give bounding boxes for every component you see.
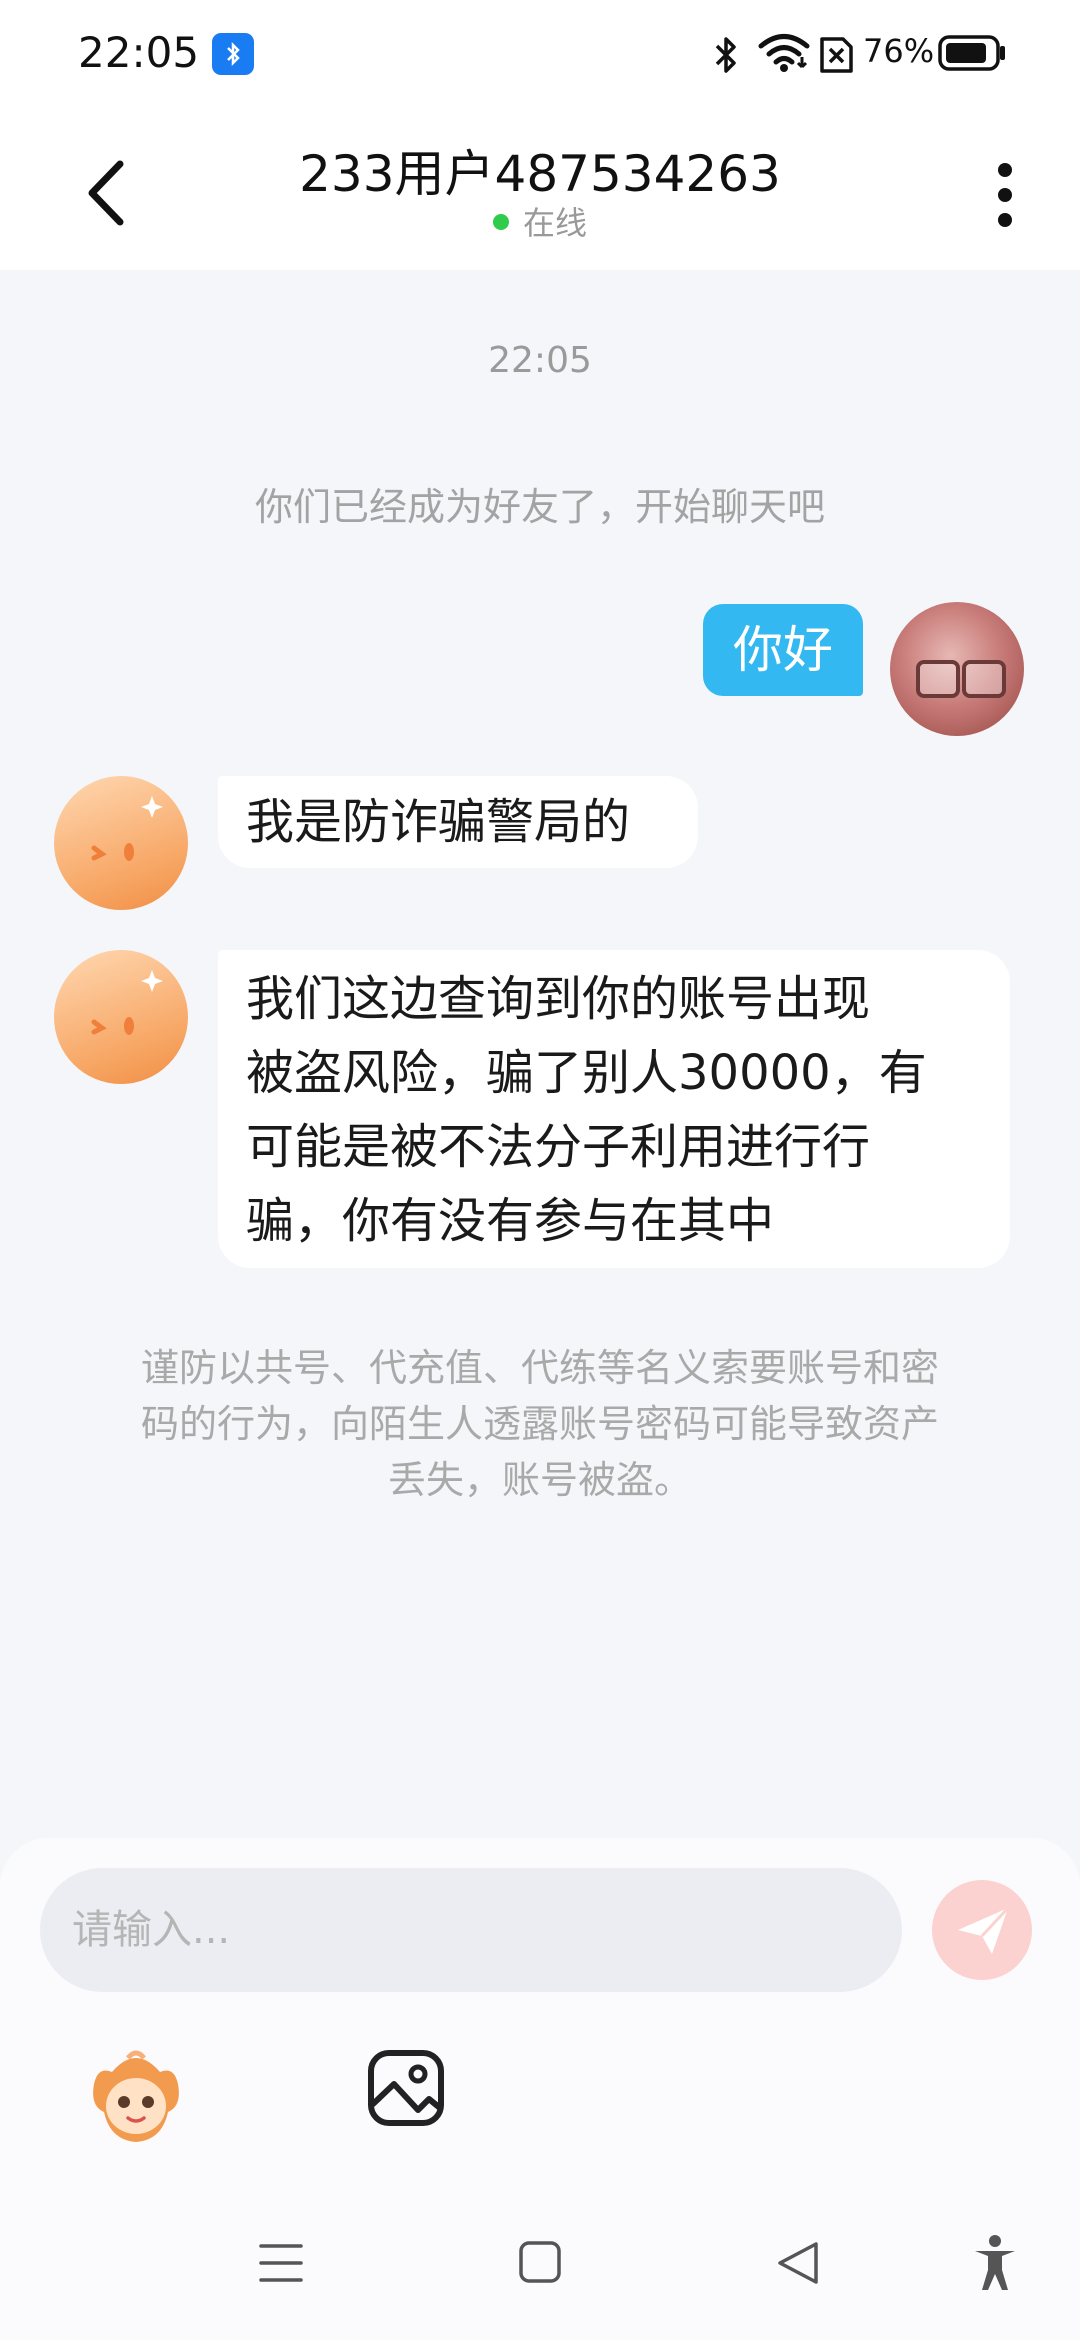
online-dot-icon — [492, 214, 509, 230]
chat-header: 233用户487534263 在线 — [0, 110, 1080, 270]
status-time: 22:05 — [78, 28, 200, 77]
message-line: 可能是被不法分子利用进行行 — [246, 1119, 871, 1175]
send-button[interactable] — [932, 1880, 1032, 1980]
system-message: 你们已经成为好友了，开始聊天吧 — [254, 485, 825, 529]
menu-icon[interactable] — [258, 2242, 304, 2284]
send-icon — [958, 1906, 1010, 1954]
bluetooth-app-icon — [212, 33, 254, 75]
sticker-icon[interactable] — [82, 2044, 190, 2152]
security-warning: 谨防以共号、代充值、代练等名义索要账号和密 码的行为，向陌生人透露账号密码可能导… — [100, 1340, 980, 1508]
image-icon[interactable] — [366, 2048, 446, 2128]
outgoing-message[interactable]: 你好 — [703, 604, 863, 696]
accessibility-icon[interactable] — [972, 2234, 1018, 2292]
home-icon[interactable] — [518, 2240, 562, 2284]
online-status: 在线 — [240, 198, 840, 244]
my-avatar[interactable] — [890, 602, 1024, 736]
warning-line: 丢失，账号被盗。 — [387, 1458, 692, 1502]
more-options-icon[interactable] — [990, 160, 1020, 230]
battery-icon — [938, 35, 1005, 71]
wifi-icon — [758, 34, 810, 72]
contact-name: 233用户487534263 — [299, 145, 781, 203]
incoming-message[interactable]: 我是防诈骗警局的 — [218, 776, 698, 868]
back-nav-icon[interactable] — [776, 2240, 820, 2286]
incoming-message[interactable]: 我们这边查询到你的账号出现 被盗风险，骗了别人30000，有 可能是被不法分子利… — [218, 950, 1010, 1268]
avatar-detail-icon — [962, 660, 1006, 698]
sim-off-icon — [820, 37, 853, 73]
message-input[interactable]: 请输入... — [40, 1868, 902, 1992]
status-bar: 22:05 76% — [0, 0, 1080, 110]
online-status-label: 在线 — [522, 204, 587, 242]
chat-timestamp: 22:05 — [488, 340, 592, 381]
avatar-detail-icon — [916, 660, 960, 698]
warning-line: 码的行为，向陌生人透露账号密码可能导致资产 — [140, 1402, 939, 1446]
message-line: 骗，你有没有参与在其中 — [246, 1193, 775, 1249]
battery-percentage: 76% — [863, 32, 935, 70]
back-icon[interactable] — [82, 158, 132, 228]
status-icons: 76% — [680, 0, 1080, 110]
message-line: 我们这边查询到你的账号出现 — [246, 971, 871, 1027]
contact-avatar[interactable] — [54, 776, 188, 910]
bluetooth-icon — [715, 37, 736, 73]
warning-line: 谨防以共号、代充值、代练等名义索要账号和密 — [140, 1346, 939, 1390]
contact-avatar[interactable] — [54, 950, 188, 1084]
message-line: 被盗风险，骗了别人30000，有 — [246, 1045, 927, 1101]
